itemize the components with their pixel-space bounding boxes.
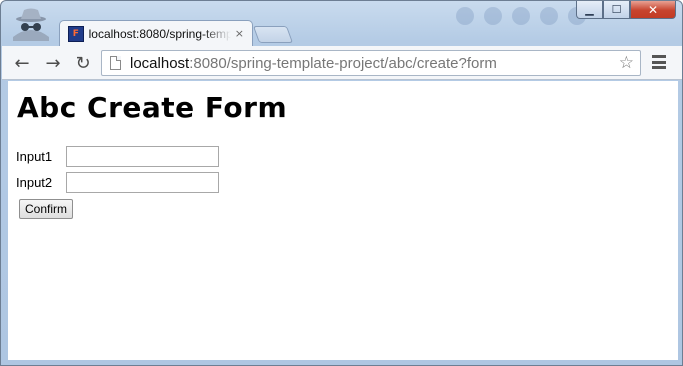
favicon-icon: F [68,25,84,42]
forward-button[interactable]: → [42,53,64,74]
back-button[interactable]: ← [11,53,33,74]
page-title: Abc Create Form [17,91,288,124]
input2-field[interactable] [66,172,219,193]
maximize-button[interactable]: ☐ [603,1,630,19]
star-icon[interactable]: ☆ [619,53,634,73]
confirm-button[interactable]: Confirm [19,199,74,219]
tab-close-icon[interactable]: × [235,27,244,40]
form-row-input2: Input2 [16,172,219,193]
page-icon [110,56,121,70]
incognito-icon [13,8,49,41]
minimize-button[interactable]: ▁ [576,1,603,19]
window-controls: ▁ ☐ ✕ [576,1,676,19]
extension-icon [512,7,530,25]
close-window-button[interactable]: ✕ [630,1,676,19]
input2-label: Input2 [16,175,53,190]
url-host: localhost [130,54,190,72]
extension-icon [456,7,474,25]
url-text[interactable]: localhost:8080/spring-template-project/a… [130,55,497,72]
tab-active[interactable]: F localhost:8080/spring-template-project… [59,20,253,46]
new-tab-button[interactable] [252,26,294,43]
tab-title: localhost:8080/spring-template-project/a… [88,26,231,41]
input1-field[interactable] [66,146,219,167]
url-path: :8080/spring-template-project/abc/create… [189,54,497,72]
browser-toolbar: ← → ↻ localhost:8080/spring-template-pro… [2,46,682,80]
extension-icon [540,7,558,25]
browser-window: ▁ ☐ ✕ F localhost:8080/spring-template-p… [0,0,683,366]
extension-icon [484,7,502,25]
titlebar-extension-area [456,7,586,25]
reload-button[interactable]: ↻ [72,53,94,74]
page-viewport: Abc Create Form Input1 Input2 Confirm [8,81,678,360]
address-bar[interactable]: localhost:8080/spring-template-project/a… [101,50,641,76]
input1-label: Input1 [16,149,53,164]
menu-icon[interactable] [652,55,666,69]
form-row-input1: Input1 [16,146,219,167]
